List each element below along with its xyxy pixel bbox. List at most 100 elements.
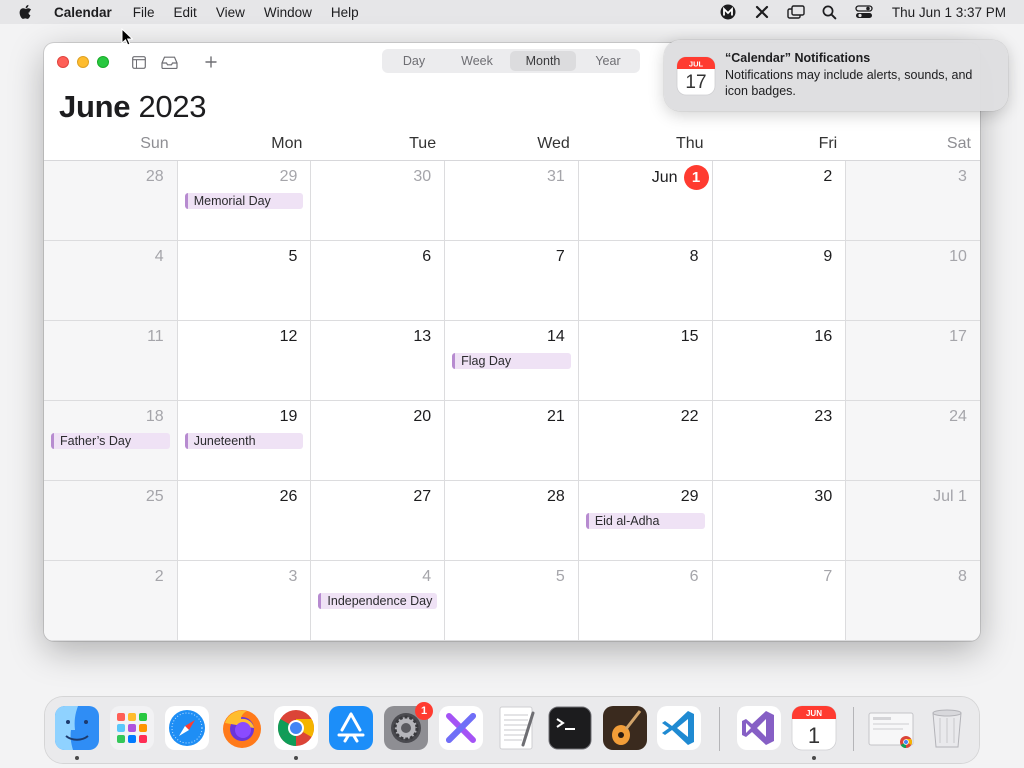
day-cell[interactable]: 12 bbox=[177, 321, 312, 401]
notif-icon-month: JUL bbox=[689, 60, 704, 69]
day-cell[interactable]: 27 bbox=[311, 481, 446, 561]
vscode-icon[interactable] bbox=[656, 705, 702, 751]
garageband-icon[interactable] bbox=[602, 705, 648, 751]
notification-body: Notifications may include alerts, sounds… bbox=[725, 68, 973, 98]
weekday-header-row: Sun Mon Tue Wed Thu Fri Sat bbox=[44, 131, 980, 161]
day-cell[interactable]: 2 bbox=[712, 161, 847, 241]
menu-help[interactable]: Help bbox=[331, 5, 359, 20]
day-cell[interactable]: 6 bbox=[578, 561, 713, 641]
day-cell[interactable]: Jun 1 bbox=[578, 161, 713, 241]
day-cell[interactable]: 28 bbox=[44, 161, 178, 241]
inbox-tray-icon[interactable] bbox=[161, 53, 178, 71]
add-event-plus-icon[interactable] bbox=[205, 53, 217, 71]
trash-icon[interactable] bbox=[924, 705, 970, 751]
finder-icon[interactable] bbox=[54, 705, 100, 751]
day-cell[interactable]: Jul 1 bbox=[846, 481, 980, 561]
day-number: 4 bbox=[422, 568, 432, 585]
holiday-event[interactable]: Independence Day bbox=[318, 593, 438, 609]
day-cell[interactable]: 29 Eid al-Adha bbox=[578, 481, 713, 561]
day-cell[interactable]: 22 bbox=[578, 401, 713, 481]
day-cell[interactable]: 6 bbox=[311, 241, 446, 321]
holiday-event[interactable]: Flag Day bbox=[452, 353, 571, 369]
terminal-icon[interactable] bbox=[547, 705, 593, 751]
dock-separator-2 bbox=[853, 707, 854, 751]
menubar-clock[interactable]: Thu Jun 1 3:37 PM bbox=[892, 5, 1006, 20]
holiday-event[interactable]: Father’s Day bbox=[51, 433, 170, 449]
downloads-stack-icon[interactable] bbox=[867, 705, 917, 751]
tab-month[interactable]: Month bbox=[510, 51, 576, 71]
day-cell[interactable]: 4 bbox=[44, 241, 178, 321]
menu-file[interactable]: File bbox=[133, 5, 155, 20]
day-cell[interactable]: 3 bbox=[177, 561, 312, 641]
malwarebytes-tray-icon[interactable] bbox=[718, 3, 738, 21]
zoom-window-button[interactable] bbox=[97, 56, 109, 68]
day-cell[interactable]: 31 bbox=[445, 161, 579, 241]
notification-banner[interactable]: JUL 17 “Calendar” Notifications Notifica… bbox=[664, 40, 1008, 111]
tab-year[interactable]: Year bbox=[576, 51, 640, 71]
day-cell[interactable]: 13 bbox=[311, 321, 446, 401]
day-cell[interactable]: 8 bbox=[846, 561, 980, 641]
day-cell[interactable]: 18 Father’s Day bbox=[44, 401, 178, 481]
calendar-list-icon[interactable] bbox=[132, 53, 146, 71]
day-cell[interactable]: 29 Memorial Day bbox=[177, 161, 312, 241]
day-cell[interactable]: 4 Independence Day bbox=[311, 561, 446, 641]
menu-app-name[interactable]: Calendar bbox=[54, 5, 112, 20]
tab-week[interactable]: Week bbox=[444, 51, 510, 71]
day-cell[interactable]: 14 Flag Day bbox=[445, 321, 579, 401]
day-cell[interactable]: 25 bbox=[44, 481, 178, 561]
tab-day[interactable]: Day bbox=[384, 51, 444, 71]
textedit-icon[interactable] bbox=[493, 705, 539, 751]
day-cell[interactable]: 9 bbox=[712, 241, 847, 321]
day-cell[interactable]: 10 bbox=[846, 241, 980, 321]
menu-view[interactable]: View bbox=[216, 5, 245, 20]
day-number: 29 bbox=[680, 488, 699, 505]
day-cell[interactable]: 3 bbox=[846, 161, 980, 241]
day-cell[interactable]: 15 bbox=[578, 321, 713, 401]
minimize-window-button[interactable] bbox=[77, 56, 89, 68]
day-number: 17 bbox=[949, 328, 967, 345]
holiday-event[interactable]: Juneteenth bbox=[184, 433, 304, 449]
day-cell[interactable]: 8 bbox=[578, 241, 713, 321]
holiday-event[interactable]: Memorial Day bbox=[184, 193, 304, 209]
day-cell[interactable]: 30 bbox=[712, 481, 847, 561]
safari-icon[interactable] bbox=[164, 705, 210, 751]
calendar-dock-icon[interactable]: JUN 1 bbox=[791, 705, 837, 751]
day-number: 31 bbox=[547, 168, 565, 185]
menu-window[interactable]: Window bbox=[264, 5, 312, 20]
close-window-button[interactable] bbox=[57, 56, 69, 68]
day-cell[interactable]: 7 bbox=[712, 561, 847, 641]
day-cell[interactable]: 19 Juneteenth bbox=[177, 401, 312, 481]
app-store-icon[interactable] bbox=[328, 705, 374, 751]
menu-edit[interactable]: Edit bbox=[174, 5, 197, 20]
day-cell[interactable]: 17 bbox=[846, 321, 980, 401]
day-cell[interactable]: 24 bbox=[846, 401, 980, 481]
apple-menu-icon[interactable] bbox=[18, 4, 36, 20]
day-cell[interactable]: 26 bbox=[177, 481, 312, 561]
day-number: 5 bbox=[288, 248, 298, 265]
day-cell[interactable]: 5 bbox=[445, 561, 579, 641]
day-cell[interactable]: 20 bbox=[311, 401, 446, 481]
control-center-icon[interactable] bbox=[854, 3, 874, 21]
tools-tray-icon[interactable] bbox=[752, 3, 772, 21]
firefox-icon[interactable] bbox=[219, 705, 265, 751]
launchpad-icon[interactable] bbox=[109, 705, 155, 751]
day-cell[interactable]: 16 bbox=[712, 321, 847, 401]
visual-studio-icon[interactable] bbox=[736, 705, 782, 751]
chrome-icon[interactable] bbox=[273, 705, 319, 751]
day-cell[interactable]: 23 bbox=[712, 401, 847, 481]
mouse-pointer-icon bbox=[121, 27, 134, 51]
day-cell[interactable]: 2 bbox=[44, 561, 178, 641]
screen-mirroring-icon[interactable] bbox=[786, 3, 806, 21]
developer-tool-x-icon[interactable] bbox=[438, 705, 484, 751]
day-cell[interactable]: 7 bbox=[445, 241, 579, 321]
day-cell[interactable]: 28 bbox=[445, 481, 579, 561]
day-cell[interactable]: 21 bbox=[445, 401, 579, 481]
settings-update-badge: 1 bbox=[415, 702, 433, 720]
weekday-thu: Thu bbox=[675, 135, 704, 152]
day-number: 8 bbox=[689, 248, 699, 265]
day-cell[interactable]: 5 bbox=[177, 241, 312, 321]
spotlight-search-icon[interactable] bbox=[820, 3, 840, 21]
day-cell[interactable]: 11 bbox=[44, 321, 178, 401]
holiday-event[interactable]: Eid al-Adha bbox=[585, 513, 705, 529]
day-cell[interactable]: 30 bbox=[311, 161, 446, 241]
